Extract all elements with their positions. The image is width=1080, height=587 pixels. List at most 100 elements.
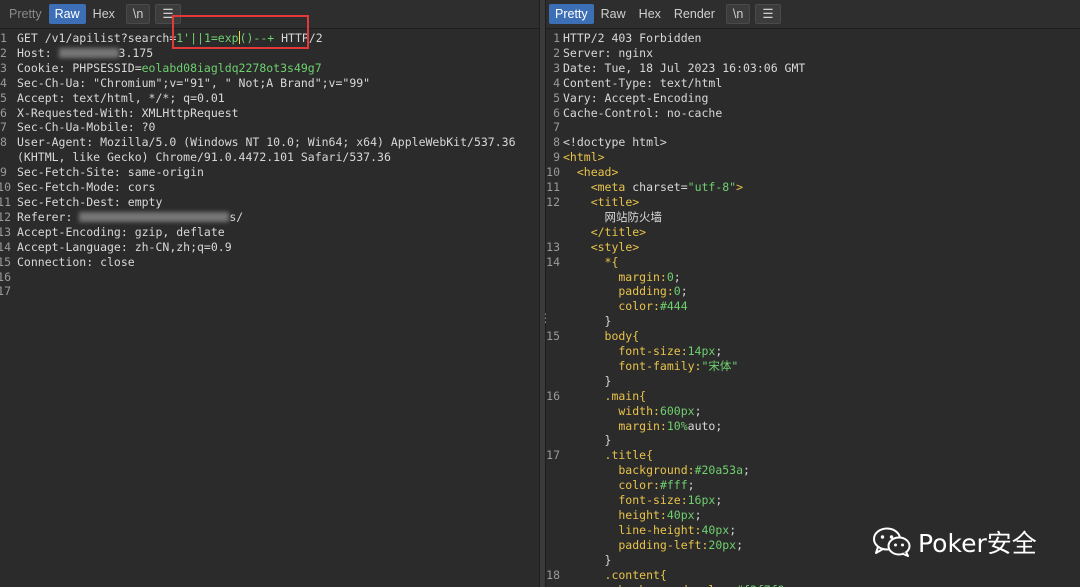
code-token: 600px [659,403,695,418]
line-content: Accept-Encoding: gzip, deflate [17,225,225,240]
line-content: margin:10%auto; [563,419,722,434]
code-token: eolabd08iagldq2278ot3s49g7 [141,60,322,75]
code-token: font-family: [563,358,702,373]
line-number: 13 [546,239,560,254]
response-line: font-family:"宋体" [546,359,1080,374]
line-content: </title> [563,225,646,240]
line-content: <title> [563,195,639,210]
line-number: 9 [0,165,7,180]
code-token: .content{ [563,567,667,582]
line-number [546,433,563,448]
response-line: color:#444 [546,299,1080,314]
code-token: margin: [563,269,667,284]
line-content: Cookie: PHPSESSID=eolabd08iagldq2278ot3s… [17,61,322,76]
code-token: 3.175 [118,45,154,60]
response-line: } [546,314,1080,329]
code-token: margin: [563,418,667,433]
line-number: 17 [546,448,560,463]
request-line: 12 Referer: s/ [0,210,539,225]
request-line: 7 Sec-Ch-Ua-Mobile: ?0 [0,120,539,135]
response-line: font-size:14px; [546,344,1080,359]
line-number: 18 [546,567,560,582]
code-token: Sec-Fetch-Dest: empty [17,194,163,209]
request-tab-hex[interactable]: Hex [87,4,121,24]
request-line: 4 Sec-Ch-Ua: "Chromium";v="91", " Not;A B… [0,76,539,91]
code-token: s/ [229,209,244,224]
code-token: 40px [701,522,730,537]
line-content: line-height:40px; [563,523,736,538]
line-content: Host: 3.175 [17,46,153,61]
request-line: 6 X-Requested-With: XMLHttpRequest [0,106,539,121]
response-line: 9 <html> [546,150,1080,165]
line-content: } [563,553,612,568]
pane-splitter[interactable]: ⋮ [539,0,552,587]
line-content: color:#444 [563,299,687,314]
response-tab-raw[interactable]: Raw [595,4,632,24]
line-number [546,314,563,329]
request-line: (KHTML, like Gecko) Chrome/91.0.4472.101… [0,150,539,165]
response-menu-icon[interactable]: ☰ [755,4,781,24]
request-tab-pretty[interactable]: Pretty [3,4,48,24]
request-tab-nnewline[interactable]: \n [125,4,151,24]
request-line: 11 Sec-Fetch-Dest: empty [0,195,539,210]
line-number: 4 [0,75,7,90]
line-content: } [563,433,612,448]
line-content: <head> [563,165,619,180]
line-content: Accept: text/html, */*; q=0.01 [17,91,225,106]
line-number [546,225,563,240]
response-tab-hex[interactable]: Hex [633,4,667,24]
request-tab-raw[interactable]: Raw [48,4,86,24]
code-token: background: [563,463,695,478]
code-token: Accept-Encoding: gzip, deflate [17,224,225,239]
response-line: 8 <!doctype html> [546,135,1080,150]
line-number: 3 [553,60,560,75]
code-token: Sec-Ch-Ua-Mobile: ?0 [17,120,156,135]
line-content: } [563,314,612,329]
code-token: <style> [590,239,640,254]
line-content: font-size:16px; [563,493,722,508]
request-line: 13 Accept-Encoding: gzip, deflate [0,225,539,240]
code-token: auto; [687,418,723,433]
response-tab-pretty[interactable]: Pretty [549,4,594,24]
code-token: 0 [666,269,674,284]
line-content: Sec-Ch-Ua-Mobile: ?0 [17,120,155,135]
line-number: 4 [553,75,560,90]
splitter-grip-icon[interactable]: ⋮ [540,312,552,324]
line-number [546,553,563,568]
line-content: background:#20a53a; [563,463,750,478]
response-tab-render[interactable]: Render [668,4,721,24]
line-number: 15 [546,329,560,344]
request-editor[interactable]: 1 GET /v1/apilist?search=1'||1=exp()--+ H… [0,29,539,299]
watermark: Poker安全 [872,524,1037,560]
line-content: margin:0; [563,269,680,285]
code-token: (KHTML, like Gecko) Chrome/91.0.4472.101… [17,150,391,165]
line-content: padding:0; [563,284,687,299]
response-line: 12 <title> [546,195,1080,210]
line-number: 12 [0,209,11,224]
line-number [546,374,563,389]
code-token: *{ [563,254,619,269]
code-token: ; [743,463,750,478]
line-number: 2 [553,45,560,60]
code-token: X-Requested-With: XMLHttpRequest [17,105,239,120]
code-token: > [736,180,744,195]
payload-highlight-box [172,15,309,49]
response-line: 3 Date: Tue, 18 Jul 2023 16:03:06 GMT [546,61,1080,76]
code-token: ; [729,522,737,537]
code-token: ; [736,537,744,552]
response-editor[interactable]: 1 HTTP/2 403 Forbidden 2 Server: nginx 3 Date… [546,29,1080,587]
line-number: 8 [553,135,560,150]
code-token: background-color: [563,583,736,587]
line-number: 1 [553,31,560,45]
line-content: height:40px; [563,508,701,523]
code-token: "utf-8" [687,180,737,195]
code-token: ; [715,344,723,359]
response-tab-nnewline[interactable]: \n [725,4,751,24]
response-line: margin:0; [546,270,1080,285]
response-line: 5 Vary: Accept-Encoding [546,91,1080,106]
code-token: Accept-Language: zh-CN,zh;q=0.9 [17,239,232,254]
line-content: font-family:"宋体" [563,359,738,374]
